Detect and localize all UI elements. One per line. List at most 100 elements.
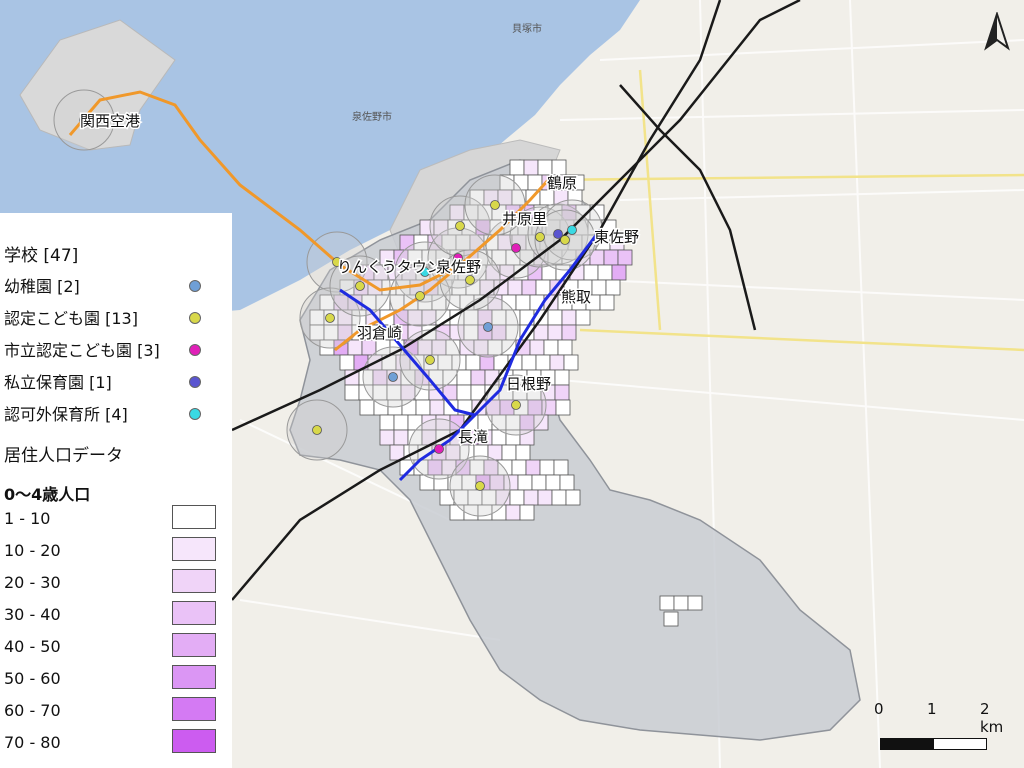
population-cell <box>470 369 486 386</box>
legend-class-label: 20 - 30 <box>4 573 61 592</box>
legend-label: 私立保育園 [1] <box>4 373 112 392</box>
population-cell <box>523 159 539 176</box>
facility-point <box>475 481 485 491</box>
legend-swatch <box>172 505 216 529</box>
population-cell <box>549 354 565 371</box>
population-cell <box>555 399 571 416</box>
population-cell <box>659 595 675 611</box>
population-cell <box>565 489 581 506</box>
legend-swatch <box>172 569 216 593</box>
legend-swatch <box>172 537 216 561</box>
population-cell <box>563 354 579 371</box>
legend-population-subtitle: 0〜4歳人口 <box>4 485 91 504</box>
station-label-kumatori: 熊取 <box>561 288 591 306</box>
population-cell <box>359 399 375 416</box>
population-cell <box>519 504 535 521</box>
facility-point <box>312 425 322 435</box>
north-arrow <box>982 10 1012 52</box>
legend-swatch <box>172 633 216 657</box>
population-cell <box>535 354 551 371</box>
population-cell <box>393 429 409 446</box>
facility-point <box>511 243 521 253</box>
population-cell <box>509 159 525 176</box>
station-label-hineno: 日根野 <box>506 375 551 393</box>
population-cell <box>501 444 517 461</box>
legend-swatch <box>172 729 216 753</box>
population-cell <box>456 384 472 401</box>
facility-point <box>388 372 398 382</box>
legend-class-label: 30 - 40 <box>4 605 61 624</box>
legend-class-label: 1 - 10 <box>4 509 51 528</box>
population-cell <box>561 309 577 326</box>
population-cell <box>575 309 591 326</box>
population-cell <box>537 159 553 176</box>
facility-point <box>560 235 570 245</box>
population-cell <box>523 489 539 506</box>
population-cell <box>361 339 377 356</box>
population-cell <box>543 339 559 356</box>
legend-swatch <box>172 601 216 625</box>
population-cell <box>605 279 621 296</box>
population-cell <box>561 324 577 341</box>
population-cell <box>539 189 555 206</box>
legend-schools-title: 学校 [47] <box>4 246 79 266</box>
population-cell <box>537 489 553 506</box>
population-cell <box>515 294 531 311</box>
legend-dot-icon <box>189 376 201 388</box>
population-cell <box>429 399 445 416</box>
north-arrow-icon <box>984 10 1010 51</box>
scale-bar-white <box>933 738 987 750</box>
population-cell <box>554 369 570 386</box>
legend-swatch <box>172 665 216 689</box>
station-label-higashisano: 東佐野 <box>594 228 639 246</box>
population-cell <box>547 324 563 341</box>
population-cell <box>539 459 555 476</box>
scale-label-2: 2 km <box>980 700 1004 736</box>
population-cell <box>521 279 537 296</box>
population-cell <box>599 294 615 311</box>
legend-dot-icon <box>189 280 201 292</box>
legend-dot-icon <box>189 408 201 420</box>
population-cell <box>553 459 569 476</box>
population-cell <box>347 339 363 356</box>
station-label-izumisano: 泉佐野 <box>436 258 481 276</box>
facility-point <box>325 313 335 323</box>
population-cell <box>515 444 531 461</box>
legend-item-kindergarten: 幼稚園 [2] <box>0 273 232 303</box>
population-cell <box>531 474 547 491</box>
legend-label: 認可外保育所 [4] <box>4 405 128 424</box>
legend-dot-icon <box>189 344 201 356</box>
population-cell <box>673 595 689 611</box>
population-cell <box>525 459 541 476</box>
population-cell <box>509 489 525 506</box>
population-cell <box>393 414 409 431</box>
population-cell <box>339 354 355 371</box>
population-cell <box>465 354 481 371</box>
population-cell <box>379 429 395 446</box>
facility-point <box>511 400 521 410</box>
population-cell <box>551 159 567 176</box>
population-cell <box>547 309 563 326</box>
facility-point <box>483 322 493 332</box>
population-cell <box>663 611 679 627</box>
facility-point <box>490 200 500 210</box>
station-label-tsuruhara: 鶴原 <box>547 174 577 192</box>
base-label-kaizuka-city: 貝塚市 <box>512 22 542 35</box>
population-cell <box>603 249 619 266</box>
population-cell <box>505 504 521 521</box>
population-cell <box>617 249 633 266</box>
scale-label-1: 1 <box>927 700 937 718</box>
scale-label-0: 0 <box>874 700 884 718</box>
population-cell <box>379 414 395 431</box>
scale-bar-black <box>880 738 935 750</box>
population-cell <box>507 279 523 296</box>
population-cell <box>511 459 527 476</box>
facility-point <box>465 275 475 285</box>
facility-point <box>355 281 365 291</box>
population-cell <box>583 264 599 281</box>
population-cell <box>535 279 551 296</box>
station-label-nagataki: 長滝 <box>458 428 488 446</box>
population-cell <box>545 474 561 491</box>
legend-swatch <box>172 697 216 721</box>
scale-bar: 0 1 2 km <box>866 700 1016 760</box>
